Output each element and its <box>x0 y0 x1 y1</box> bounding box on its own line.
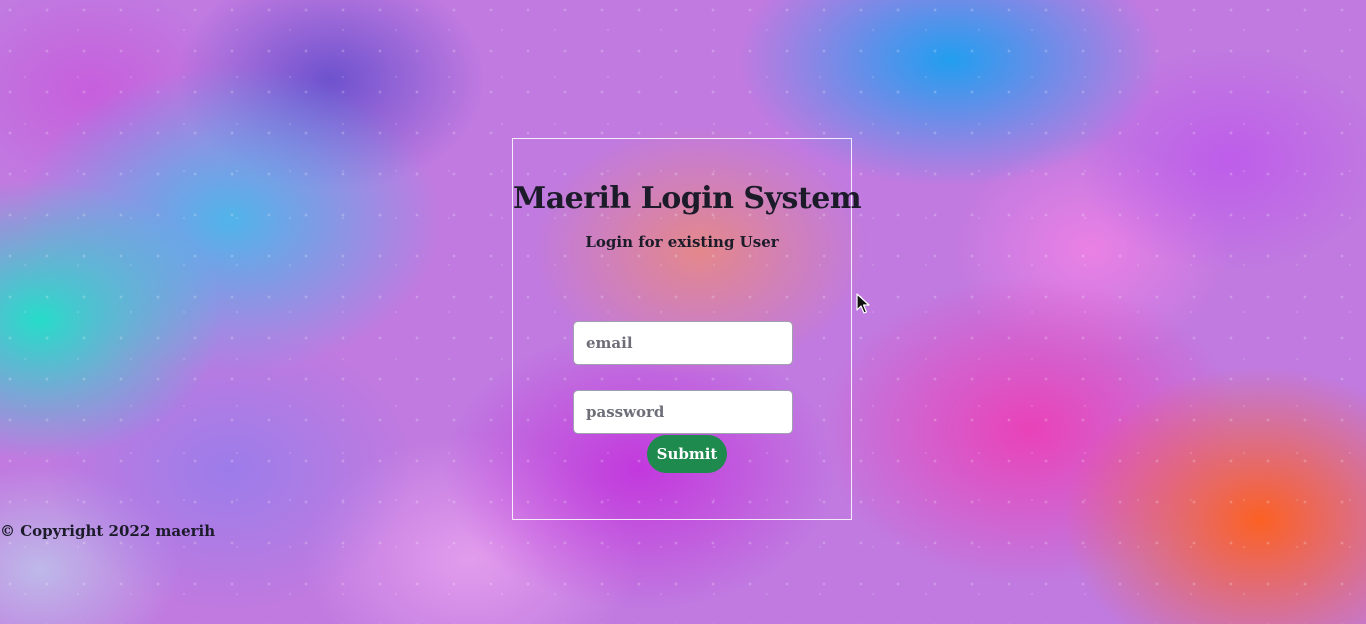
email-field[interactable] <box>573 321 793 365</box>
password-field[interactable] <box>573 390 793 434</box>
submit-button[interactable]: Submit <box>647 435 727 473</box>
mouse-pointer-icon <box>856 293 870 314</box>
login-card: Maerih Login System Login for existing U… <box>512 138 862 520</box>
login-subtitle: Login for existing User <box>585 233 779 251</box>
copyright-text: © Copyright 2022 maerih <box>0 522 216 540</box>
page-title: Maerih Login System <box>513 181 862 216</box>
